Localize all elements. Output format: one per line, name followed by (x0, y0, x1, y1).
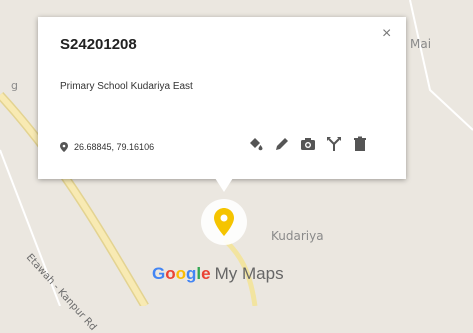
place-label-mai: Mai (410, 37, 432, 51)
place-label-kudariya: Kudariya (271, 229, 324, 243)
camera-icon[interactable] (299, 135, 317, 153)
google-my-maps-logo: Google My Maps (152, 264, 284, 284)
coordinates-row: 26.68845, 79.16106 (60, 142, 154, 152)
my-maps-wordmark: My Maps (214, 264, 284, 283)
directions-icon[interactable] (325, 135, 343, 153)
popup-toolbar (247, 135, 377, 153)
trash-icon[interactable] (351, 135, 369, 153)
coordinates-text: 26.68845, 79.16106 (74, 142, 155, 152)
close-icon[interactable]: × (382, 25, 391, 43)
place-label-edge: g (11, 79, 18, 92)
paint-bucket-icon[interactable] (247, 135, 265, 153)
location-marker[interactable] (201, 199, 247, 245)
popup-description: Primary School Kudariya East (60, 81, 193, 92)
pencil-icon[interactable] (273, 135, 291, 153)
popup-title: S24201208 (60, 36, 137, 53)
popup-pointer (215, 178, 233, 192)
info-popup: S24201208 × Primary School Kudariya East… (38, 17, 406, 179)
location-pin-icon (60, 142, 68, 152)
map-pin-icon (214, 208, 234, 236)
google-wordmark: Google (152, 264, 211, 283)
